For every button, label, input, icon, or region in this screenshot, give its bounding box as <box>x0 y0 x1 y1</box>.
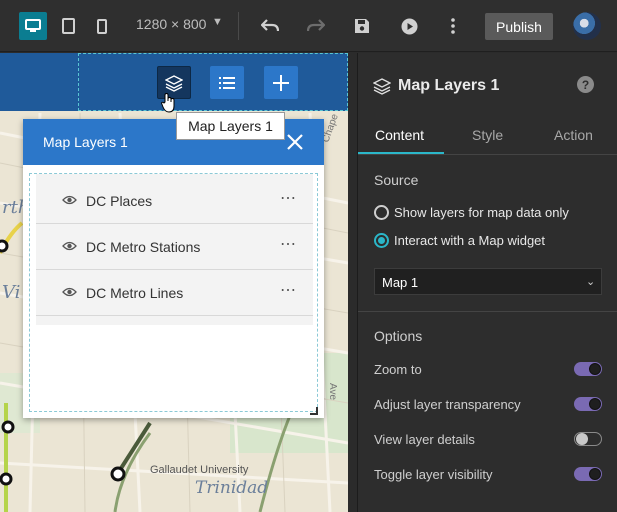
more-icon[interactable] <box>439 12 467 40</box>
option-label: Zoom to <box>374 362 422 377</box>
panel-tabs: Content Style Action <box>358 119 617 155</box>
source-heading: Source <box>374 172 419 188</box>
map-label-gallaudet: Gallaudet University <box>150 464 249 476</box>
more-horizontal-icon[interactable]: ⋯ <box>280 234 297 254</box>
chevron-down-icon[interactable]: ▼ <box>212 16 223 28</box>
add-button[interactable] <box>264 66 298 99</box>
phone-icon[interactable] <box>88 12 116 40</box>
top-toolbar: 1280 × 800 ▼ Publish <box>0 0 617 52</box>
view-details-toggle[interactable] <box>574 432 602 446</box>
svg-text:Vi: Vi <box>2 282 20 303</box>
widget-title: Map Layers 1 <box>43 134 128 150</box>
svg-text:Ave: Ave <box>327 383 338 400</box>
save-icon[interactable] <box>348 12 376 40</box>
resolution-select[interactable]: 1280 × 800 <box>136 16 206 32</box>
option-zoom-to: Zoom to <box>374 360 602 378</box>
publish-button[interactable]: Publish <box>485 13 553 40</box>
option-label: Adjust layer transparency <box>374 397 521 412</box>
radio-map-widget[interactable]: Interact with a Map widget <box>374 232 614 250</box>
map-layers-widget: Map Layers 1 DC Places ⋯ DC Metro Statio… <box>23 119 324 418</box>
section-divider <box>358 311 617 312</box>
resize-handle[interactable] <box>310 407 318 415</box>
layer-label: DC Metro Stations <box>86 239 201 255</box>
layer-item-dc-metro-lines[interactable]: DC Metro Lines ⋯ <box>36 270 313 316</box>
plus-icon <box>273 74 289 91</box>
tab-style[interactable]: Style <box>472 127 503 143</box>
transparency-toggle[interactable] <box>574 397 602 411</box>
toolbar-divider <box>238 12 239 40</box>
desktop-icon[interactable] <box>19 12 47 40</box>
active-tab-indicator <box>358 152 444 154</box>
zoom-to-toggle[interactable] <box>574 362 602 376</box>
layers-icon <box>165 74 183 92</box>
options-heading: Options <box>374 328 423 344</box>
avatar[interactable] <box>573 12 601 40</box>
map-select[interactable]: Map 1 ⌄ <box>374 268 602 295</box>
option-view-details: View layer details <box>374 430 602 448</box>
tab-action[interactable]: Action <box>554 127 593 143</box>
tab-content[interactable]: Content <box>375 127 424 143</box>
eye-icon[interactable] <box>62 241 77 251</box>
visibility-toggle[interactable] <box>574 467 602 481</box>
tablet-icon[interactable] <box>54 12 82 40</box>
layer-label: DC Places <box>86 193 153 209</box>
help-icon[interactable]: ? <box>577 76 594 93</box>
layer-label: DC Metro Lines <box>86 285 184 301</box>
option-label: Toggle layer visibility <box>374 467 493 482</box>
map-label-trinidad: Trinidad <box>195 478 268 498</box>
redo-icon[interactable] <box>302 12 330 40</box>
eye-icon[interactable] <box>62 195 77 205</box>
undo-icon[interactable] <box>256 12 284 40</box>
eye-icon[interactable] <box>62 287 77 297</box>
radio-map-data-only[interactable]: Show layers for map data only <box>374 204 614 222</box>
option-label: View layer details <box>374 432 475 447</box>
hand-cursor-icon <box>160 92 177 118</box>
layer-item-dc-places[interactable]: DC Places ⋯ <box>36 178 313 224</box>
close-icon[interactable] <box>285 132 305 152</box>
widget-body: DC Places ⋯ DC Metro Stations ⋯ DC Metro… <box>29 173 318 412</box>
preview-icon[interactable] <box>395 12 423 40</box>
settings-panel: Map Layers 1 ? Content Style Action Sour… <box>357 53 617 512</box>
radio-button[interactable] <box>374 233 389 248</box>
map-select-value: Map 1 <box>382 275 419 290</box>
layers-tooltip: Map Layers 1 <box>176 112 285 140</box>
chevron-down-icon: ⌄ <box>586 276 596 288</box>
layer-item-dc-metro-stations[interactable]: DC Metro Stations ⋯ <box>36 224 313 270</box>
more-horizontal-icon[interactable]: ⋯ <box>280 188 297 208</box>
radio-label: Interact with a Map widget <box>394 233 546 248</box>
layers-icon <box>373 78 391 95</box>
option-toggle-visibility: Toggle layer visibility <box>374 465 602 483</box>
list-icon <box>219 76 235 89</box>
option-adjust-transparency: Adjust layer transparency <box>374 395 602 413</box>
more-horizontal-icon[interactable]: ⋯ <box>280 280 297 300</box>
panel-title: Map Layers 1 <box>398 77 500 94</box>
radio-label: Show layers for map data only <box>394 205 569 220</box>
legend-button[interactable] <box>210 66 244 99</box>
radio-button[interactable] <box>374 205 389 220</box>
